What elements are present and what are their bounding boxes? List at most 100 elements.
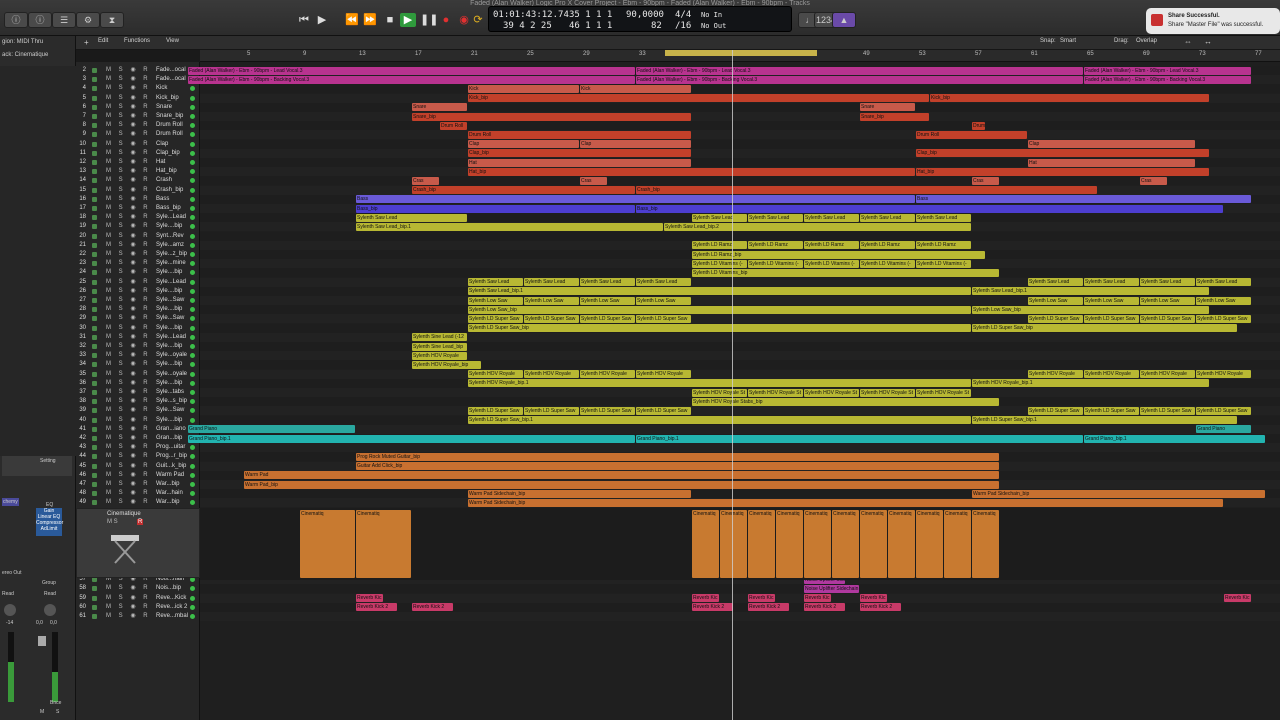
region[interactable]: Warm Pad Sidechain_bip <box>468 498 1223 507</box>
region[interactable]: Sylenth LD Ramz <box>860 241 915 250</box>
region[interactable]: Reverb Kic <box>1224 594 1251 603</box>
region[interactable]: Sylenth LD Super Saw <box>580 406 635 415</box>
track-lane[interactable] <box>200 121 1280 131</box>
region[interactable]: Sylenth LD Super Saw_bip.1 <box>468 416 971 425</box>
mute-solo-record-buttons[interactable]: M S ◉ R <box>106 222 151 231</box>
stop-icon[interactable]: ■ <box>382 13 398 27</box>
track-header[interactable]: 15 M S ◉ R Crash_bip <box>76 186 200 195</box>
region[interactable]: Sylenth Saw Lead <box>468 278 523 287</box>
track-header[interactable]: 61 M S ◉ R Reve...mbal <box>76 612 200 621</box>
track-lane[interactable] <box>200 112 1280 121</box>
track-on-off-icon[interactable] <box>190 242 195 248</box>
mute-solo-record-buttons[interactable]: M S ◉ R <box>106 443 151 452</box>
region[interactable]: Cras <box>580 176 607 185</box>
region[interactable]: Reverb Kick 2 <box>748 603 789 612</box>
track-lane[interactable] <box>200 342 1280 351</box>
track-lane[interactable] <box>200 584 1280 594</box>
region-cinematique[interactable]: Cinematiq <box>944 510 971 578</box>
region[interactable]: Sylenth LD Super Saw <box>1084 314 1139 323</box>
region[interactable]: Kick_bip <box>468 94 929 103</box>
region[interactable]: Sylenth LD Super Saw <box>524 314 579 323</box>
track-header[interactable]: 3M S ◉ R Fade...ocal <box>76 75 200 84</box>
region[interactable]: Sylenth HOV Royale St <box>916 388 971 397</box>
region[interactable]: Warm Pad Sidechain_bip <box>468 489 691 498</box>
region[interactable]: Sylenth Low Saw <box>636 296 691 305</box>
track-on-off-icon[interactable] <box>190 196 195 202</box>
region[interactable]: Clap_bip <box>468 149 691 158</box>
rewind-icon[interactable]: ⏪ <box>344 13 360 27</box>
region[interactable]: Kick <box>468 84 579 93</box>
track-header[interactable]: 6M S ◉ R Snare <box>76 103 200 112</box>
track-lane[interactable] <box>200 84 1280 94</box>
mute-solo-record-buttons[interactable]: M S ◉ R <box>106 103 151 112</box>
mute-solo-record-buttons[interactable]: M S ◉ R <box>106 66 151 75</box>
track-header[interactable]: 60 M S ◉ R Reve...ick 2 <box>76 603 200 612</box>
track-on-off-icon[interactable] <box>190 380 195 386</box>
track-lane[interactable] <box>200 130 1280 140</box>
region[interactable]: Sylenth Sine Lead_bip <box>412 342 467 351</box>
track-on-off-icon[interactable] <box>190 614 195 619</box>
region[interactable]: Reverb Kick 2 <box>356 603 397 612</box>
region[interactable]: Sylenth LD Vitamins (- <box>916 259 971 268</box>
region-cinematique[interactable]: Cinematiq <box>972 510 999 578</box>
fast-forward-icon[interactable]: ⏩ <box>362 13 378 27</box>
track-on-off-icon[interactable] <box>190 95 195 101</box>
track-on-off-icon[interactable] <box>190 150 195 156</box>
region-cinematique[interactable]: Cinematiq <box>916 510 943 578</box>
track-header[interactable]: 22 M S ◉ R Syle...z_bip <box>76 250 200 259</box>
region[interactable]: Sylenth Saw Lead <box>636 278 691 287</box>
track-header[interactable]: 28 M S ◉ R Syle....bip <box>76 305 200 314</box>
track-on-off-icon[interactable] <box>190 160 195 165</box>
mute-solo-record-buttons[interactable]: M S ◉ R <box>106 121 151 130</box>
region[interactable]: Bass_bip <box>356 204 635 213</box>
pan-knob[interactable] <box>4 604 16 616</box>
region[interactable]: Sylenth Saw Lead <box>580 278 635 287</box>
region[interactable]: Sylenth Saw Lead <box>692 213 747 222</box>
track-header[interactable]: 36 M S ◉ R Syle....bip <box>76 379 200 388</box>
region[interactable]: Sylenth Low Saw <box>580 296 635 305</box>
automation-read-2[interactable]: Read <box>44 591 56 597</box>
track-on-off-icon[interactable] <box>190 141 195 147</box>
track-lane[interactable] <box>200 360 1280 370</box>
track-on-off-icon[interactable] <box>190 252 195 257</box>
region[interactable]: Sylenth Saw Lead <box>1196 278 1251 287</box>
region-cinematique[interactable]: Cinematiq <box>720 510 747 578</box>
region[interactable]: Hat <box>468 158 691 167</box>
region[interactable]: Sylenth HOV Royale <box>1084 370 1139 379</box>
region-label[interactable]: gion: MIDI Thru <box>2 39 43 45</box>
region[interactable]: Reverb Kic <box>356 594 383 603</box>
track-header[interactable]: 9M S ◉ R Drum Roll <box>76 130 200 139</box>
mute-solo-record-buttons[interactable]: M S ◉ R <box>106 305 151 314</box>
track-header[interactable]: 58 M S ◉ R Nois...bip <box>76 584 200 593</box>
track-header[interactable]: 24 M S ◉ R Syle....bip <box>76 268 200 277</box>
track-header[interactable]: 48 M S ◉ R War...hain <box>76 489 200 498</box>
region[interactable]: Reverb Kick 2 <box>804 603 845 612</box>
track-header[interactable]: 41 M S ◉ R Gran...iano <box>76 425 200 434</box>
track-on-off-icon[interactable] <box>190 371 195 377</box>
library-icon[interactable]: ⓘ <box>4 12 28 28</box>
region[interactable]: Reverb Kick 2 <box>860 603 901 612</box>
functions-menu[interactable]: Functions <box>124 38 150 44</box>
mute-solo-record-buttons[interactable]: M S ◉ R <box>106 268 151 277</box>
mute-solo-record-buttons[interactable]: M S ◉ R <box>106 612 151 621</box>
region[interactable]: Sylenth LD Ramz <box>692 241 747 250</box>
region[interactable]: Sylenth LD Vitamins_bip <box>692 268 999 277</box>
region[interactable]: Reverb Kic <box>748 594 775 603</box>
region[interactable]: Sylenth Low Saw <box>1140 296 1195 305</box>
region[interactable]: Sylenth HOV Royale St <box>692 388 747 397</box>
region-cinematique[interactable]: Cinematiq <box>748 510 775 578</box>
region[interactable]: Sylenth Low Saw <box>524 296 579 305</box>
region[interactable]: Sylenth Saw Lead_bip.1 <box>356 222 663 231</box>
track-on-off-icon[interactable] <box>190 482 195 487</box>
track-on-off-icon[interactable] <box>190 334 195 340</box>
region[interactable]: Faded (Alan Walker) - Ebm - 90bpm - Lead… <box>1084 66 1251 75</box>
track-header[interactable]: 43 M S ◉ R Prog...uitar <box>76 443 200 452</box>
region[interactable]: Sylenth LD Ramz <box>748 241 803 250</box>
track-lane[interactable] <box>200 424 1280 434</box>
track-lane[interactable] <box>200 102 1280 112</box>
track-header[interactable]: 20 M S ◉ R Synt...Rev <box>76 232 200 241</box>
region[interactable]: Sylenth LD Super Saw <box>524 406 579 415</box>
track-on-off-icon[interactable] <box>190 604 195 610</box>
track-on-off-icon[interactable] <box>190 104 195 110</box>
region[interactable]: Sylenth HOV Royale_bip <box>412 360 481 369</box>
